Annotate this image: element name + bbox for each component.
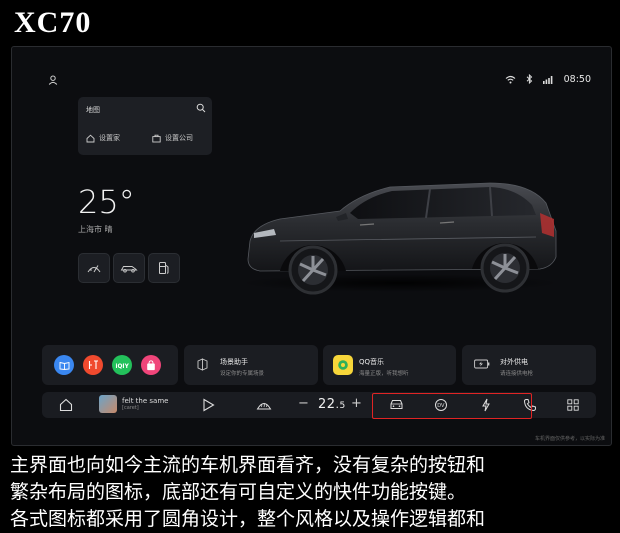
scene-card-title: 场景助手: [220, 358, 248, 366]
map-title: 地图: [86, 106, 100, 114]
signal-icon: [542, 75, 553, 84]
article-caption: 主界面也向如今主流的车机界面看齐，没有复杂的按钮和 繁杂布局的图标，底部还有可自…: [10, 452, 610, 533]
home-button-icon[interactable]: [59, 398, 73, 412]
caption-line-1: 主界面也向如今主流的车机界面看齐，没有复杂的按钮和: [10, 454, 486, 476]
song-title: felt the same: [122, 397, 169, 405]
app-grid-icon[interactable]: [567, 399, 579, 411]
qq-music-card[interactable]: QQ音乐 海量正版，听我想听: [323, 345, 456, 385]
fuel-pump-icon: [159, 262, 169, 274]
shortcut-highlight-box: [372, 393, 532, 419]
clock-time: 08:50: [563, 73, 591, 85]
wiper-icon: [87, 265, 101, 273]
song-artist: [caret]: [122, 405, 139, 411]
briefcase-icon: [152, 134, 161, 142]
scene-icon: [197, 358, 208, 371]
cabin-temp-int: 22: [318, 397, 336, 412]
iqiyi-app-icon[interactable]: iQIYI: [112, 355, 132, 375]
bluetooth-icon: [526, 74, 532, 84]
music-card-subtitle: 海量正版，听我想听: [359, 371, 409, 377]
status-bar: 08:50: [505, 71, 591, 87]
svg-text:iQIYI: iQIYI: [116, 363, 130, 368]
infotainment-screen: 08:50 地图 设置家 设置公司 25° 上海市 晴 iQIY 场景助手 设定…: [11, 46, 612, 446]
home-icon: [86, 134, 95, 142]
qq-music-icon: [333, 355, 353, 375]
temperature-display: 25°: [78, 183, 135, 221]
scene-card-subtitle: 设定你的专属场景: [220, 371, 265, 377]
weather-location: 上海市 晴: [78, 225, 113, 234]
quick-button-wiper[interactable]: [78, 253, 110, 283]
caption-line-3: 各式图标都采用了圆角设计，整个风格以及操作逻辑都和: [10, 508, 486, 530]
battery-discharge-icon: [474, 359, 490, 369]
user-icon[interactable]: [48, 75, 58, 85]
front-defrost-icon[interactable]: [256, 400, 272, 411]
search-icon[interactable]: [196, 103, 206, 113]
album-art[interactable]: [99, 395, 117, 413]
ting-app-icon[interactable]: [83, 355, 103, 375]
vehicle-image: [240, 182, 560, 295]
now-playing[interactable]: felt the same [caret]: [122, 397, 168, 411]
car-side-icon: [120, 266, 138, 273]
disclaimer-text: 车机界面仅供参考，以实际为准: [534, 436, 605, 442]
external-power-card[interactable]: 对外供电 请连接供电枪: [462, 345, 596, 385]
shopping-app-icon[interactable]: [141, 355, 161, 375]
set-company-button[interactable]: 设置公司: [152, 133, 193, 143]
power-card-title: 对外供电: [500, 358, 528, 366]
set-home-button[interactable]: 设置家: [86, 133, 120, 143]
set-home-label: 设置家: [99, 134, 120, 142]
scene-assistant-card[interactable]: 场景助手 设定你的专属场景: [184, 345, 318, 385]
app-shortcuts-card: iQIYI: [42, 345, 178, 385]
temp-increase-button[interactable]: +: [351, 396, 362, 411]
quick-button-fuel[interactable]: [148, 253, 180, 283]
quick-button-car-mode[interactable]: [113, 253, 145, 283]
power-card-subtitle: 请连接供电枪: [500, 371, 534, 377]
play-icon[interactable]: [202, 398, 215, 412]
model-title: XC70: [14, 6, 92, 39]
book-app-icon[interactable]: [54, 355, 74, 375]
cabin-temperature: 22.5: [318, 397, 346, 412]
music-card-title: QQ音乐: [359, 358, 385, 366]
cabin-temp-dec: 5: [339, 401, 346, 411]
temp-decrease-button[interactable]: −: [298, 396, 309, 411]
caption-line-2: 繁杂布局的图标，底部还有可自定义的快件功能按键。: [10, 481, 467, 503]
set-company-label: 设置公司: [165, 134, 193, 142]
map-card[interactable]: 地图 设置家 设置公司: [78, 97, 212, 155]
wifi-icon: [505, 75, 515, 83]
